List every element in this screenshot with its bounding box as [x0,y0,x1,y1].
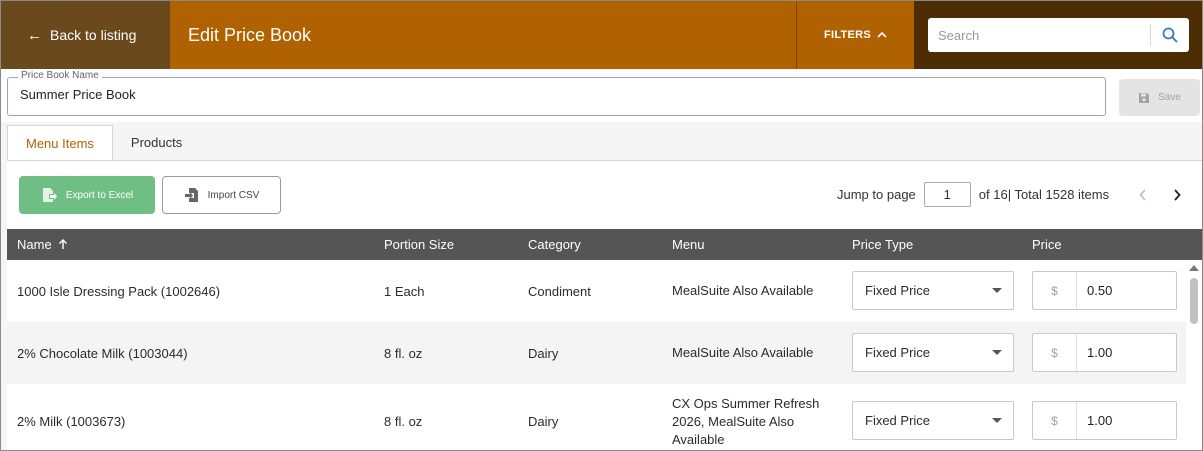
save-button[interactable]: Save [1119,79,1200,116]
caret-down-icon [992,288,1002,293]
sort-ascending-icon [58,239,67,249]
app-window: ← Back to listing Edit Price Book FILTER… [0,0,1203,451]
back-to-listing-button[interactable]: ← Back to listing [1,1,170,69]
chevron-up-icon [877,29,887,41]
excel-export-icon [42,188,57,202]
table-body: 1000 Isle Dressing Pack (1002646) 1 Each… [7,260,1202,450]
back-label: Back to listing [50,27,137,43]
portion-size: 1 Each [384,283,425,299]
page-number-input[interactable] [923,182,971,207]
chevron-left-icon [1139,188,1146,201]
portion-size: 8 fl. oz [384,414,423,429]
table-row: 2% Milk (1003673) 8 fl. oz Dairy CX Ops … [7,384,1186,450]
column-header-category[interactable]: Category [528,229,581,260]
currency-symbol: $ [1033,272,1077,309]
search-input[interactable] [928,19,1150,51]
filters-label: FILTERS [823,29,872,41]
search-icon[interactable] [1151,19,1189,51]
price-input[interactable] [1077,283,1167,298]
item-name: 2% Chocolate Milk (1003044) [17,345,188,361]
page-title: Edit Price Book [188,24,312,45]
column-header-price-type[interactable]: Price Type [852,229,913,260]
filters-toggle[interactable]: FILTERS [796,1,914,69]
currency-symbol: $ [1033,334,1077,371]
price-type-value: Fixed Price [865,413,931,428]
menu-items-panel: Export to Excel Import CSV Jump to page … [7,160,1202,450]
price-field: $ [1032,333,1177,372]
import-csv-button[interactable]: Import CSV [162,176,281,214]
price-input[interactable] [1077,413,1167,428]
pagination: Jump to page of 16| Total 1528 items [837,182,1187,207]
search-box [928,18,1189,52]
price-book-name-label: Price Book Name [18,70,102,81]
price-field: $ [1032,271,1177,310]
export-label: Export to Excel [65,189,134,201]
column-header-portion-size[interactable]: Portion Size [384,229,454,260]
price-type-value: Fixed Price [865,283,931,298]
chevron-right-icon [1174,188,1181,201]
scrollbar-thumb[interactable] [1190,278,1198,324]
arrow-left-icon: ← [27,26,42,44]
top-header: ← Back to listing Edit Price Book FILTER… [1,1,1202,69]
category: Dairy [528,414,559,429]
price-type-select[interactable]: Fixed Price [852,401,1014,440]
jump-to-page-label: Jump to page [837,187,916,202]
price-book-name-input[interactable] [20,87,1090,102]
category: Condiment [528,283,591,299]
column-header-price[interactable]: Price [1032,229,1062,260]
column-name-label: Name [17,237,52,252]
price-field: $ [1032,401,1177,440]
table-row: 1000 Isle Dressing Pack (1002646) 1 Each… [7,260,1186,322]
tabs-area: Menu Items Products Export to Excel Impo… [1,122,1202,450]
caret-down-icon [992,418,1002,423]
price-type-select[interactable]: Fixed Price [852,271,1014,310]
price-type-select[interactable]: Fixed Price [852,333,1014,372]
table-scrollbar[interactable] [1186,260,1202,450]
search-area [914,1,1202,69]
previous-page-button[interactable] [1133,188,1153,201]
currency-symbol: $ [1033,402,1077,439]
next-page-button[interactable] [1167,188,1187,201]
caret-down-icon [992,350,1002,355]
file-import-icon [184,188,198,202]
category: Dairy [528,345,559,361]
tab-menu-items[interactable]: Menu Items [7,125,113,161]
item-name: 2% Milk (1003673) [17,414,126,429]
save-label: Save [1158,92,1181,103]
price-book-name-field: Price Book Name [7,70,1106,116]
portion-size: 8 fl. oz [384,345,423,361]
floppy-disk-icon [1139,92,1150,103]
menu: MealSuite Also Available [672,283,814,298]
price-type-value: Fixed Price [865,345,931,360]
item-name: 1000 Isle Dressing Pack (1002646) [17,283,221,299]
table-row: 2% Chocolate Milk (1003044) 8 fl. oz Dai… [7,322,1186,384]
tab-products[interactable]: Products [113,125,200,160]
menu: MealSuite Also Available [672,345,814,360]
column-header-menu[interactable]: Menu [672,229,705,260]
tab-bar: Menu Items Products [7,125,200,161]
table-header: Name Portion Size Category Menu Price Ty… [7,229,1202,260]
menu: CX Ops Summer Refresh 2026, MealSuite Al… [672,395,820,447]
scroll-up-arrow-icon[interactable] [1189,265,1199,271]
page-summary: of 16| Total 1528 items [978,187,1110,202]
column-header-name[interactable]: Name [17,229,68,260]
export-to-excel-button[interactable]: Export to Excel [19,176,155,214]
import-label: Import CSV [207,189,260,201]
price-input[interactable] [1077,345,1167,360]
